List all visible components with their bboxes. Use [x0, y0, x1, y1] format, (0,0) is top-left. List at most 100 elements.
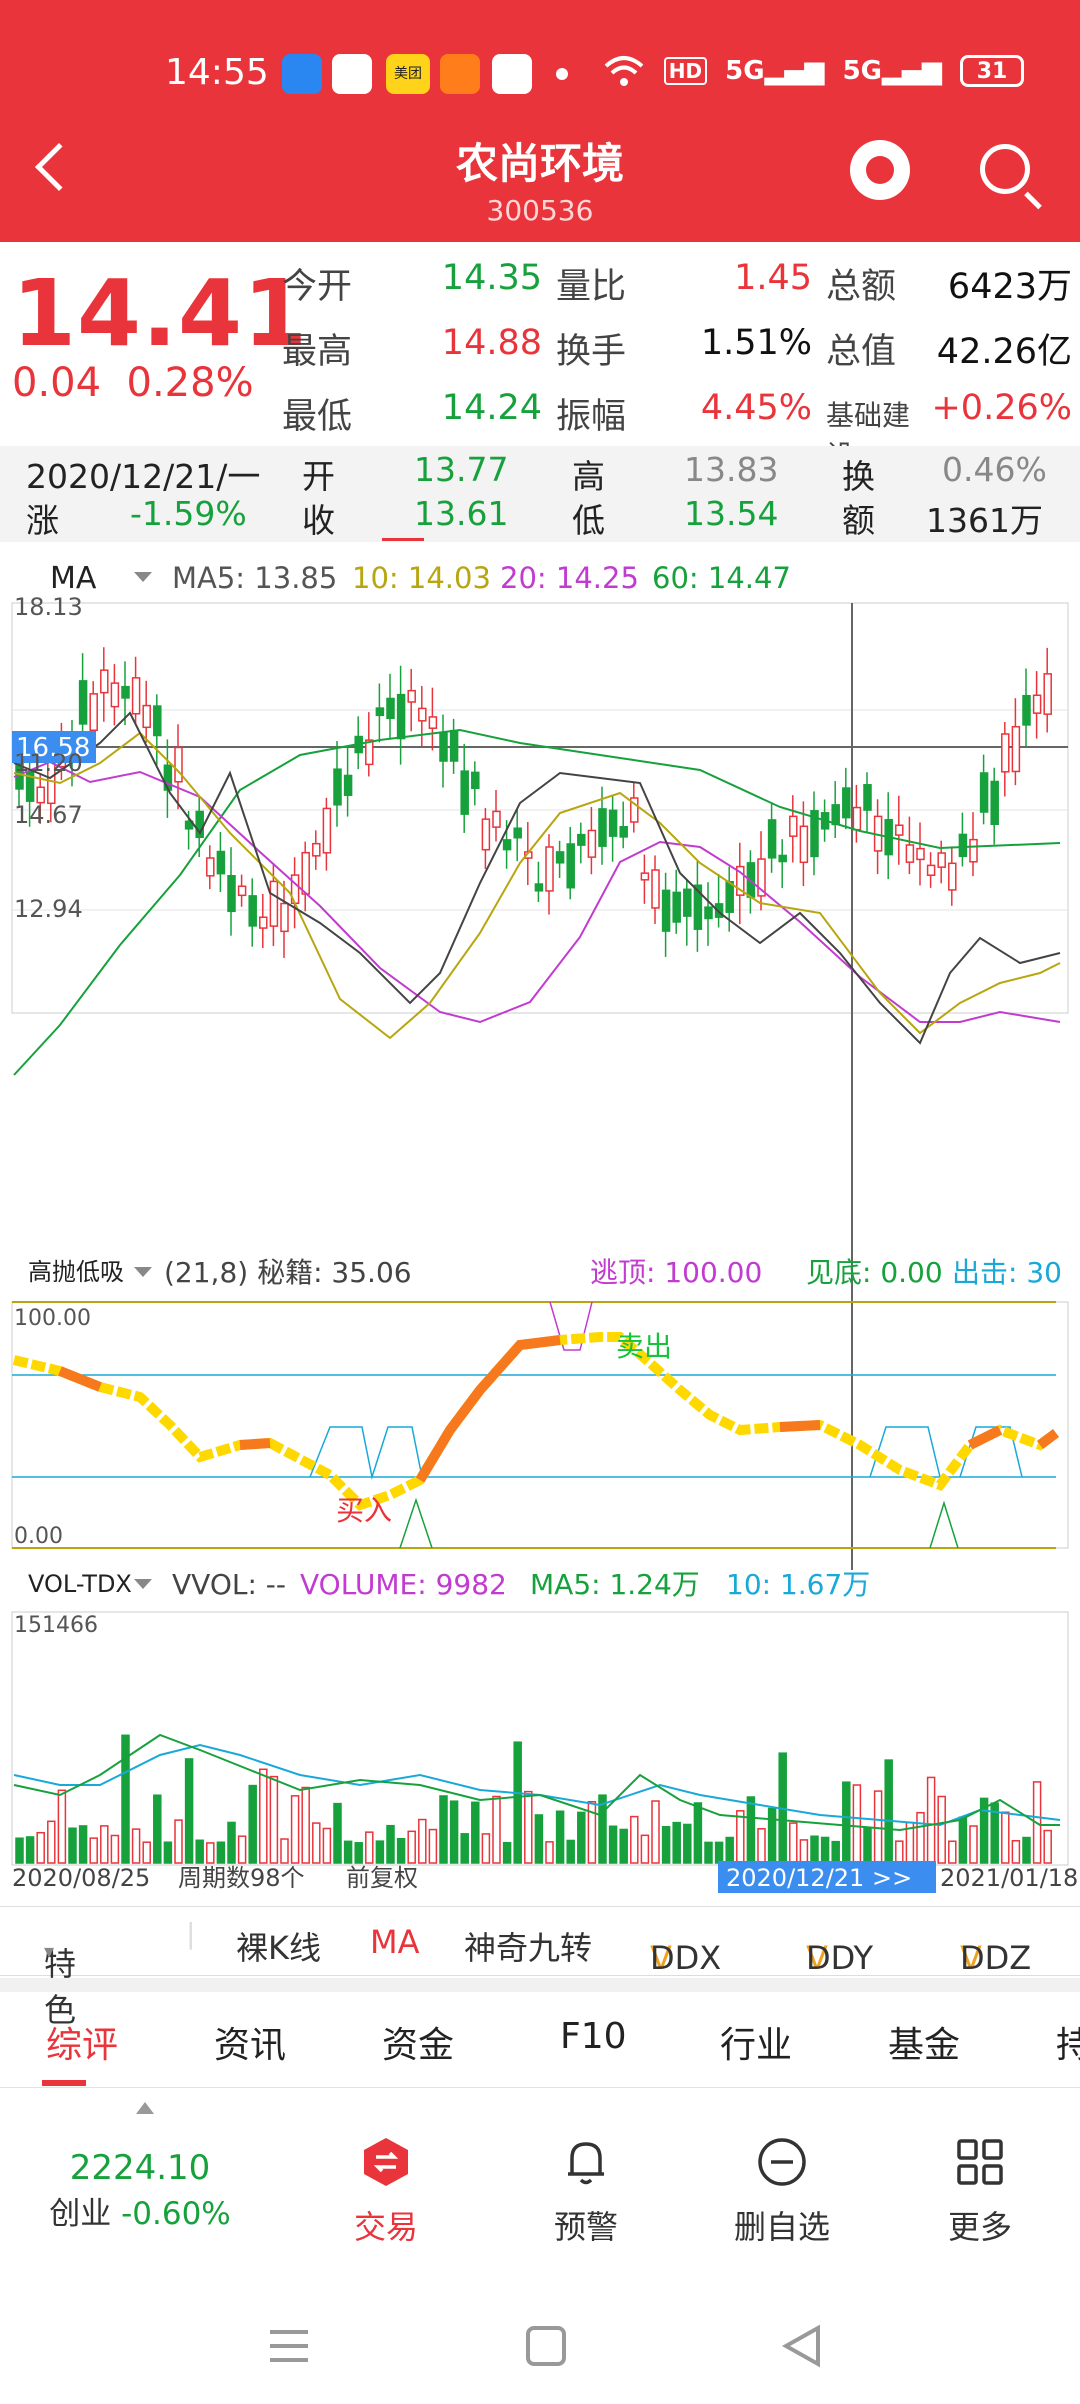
volume-bar	[269, 1775, 279, 1864]
bell-icon	[568, 2142, 604, 2185]
remove-watchlist-button[interactable]: 删自选	[712, 2136, 852, 2248]
tab-industry[interactable]: 行业	[720, 2016, 792, 2068]
vol-ma5-label: MA5: 1.24万	[530, 1568, 700, 1601]
index-pct: -0.60%	[121, 2196, 231, 2232]
candle	[1032, 694, 1042, 714]
indicator-name[interactable]: 高抛低吸	[28, 1258, 124, 1286]
volume-header[interactable]: VOL-TDX VVOL: -- VOLUME: 9982 MA5: 1.24万…	[28, 1568, 870, 1601]
candle	[333, 768, 342, 806]
hist-close-label: 收	[302, 501, 335, 540]
menu-icon[interactable]	[270, 2330, 308, 2362]
time-axis: 2020/08/25 周期数98个 前复权 2020/12/21 >> 2021…	[12, 1861, 1078, 1893]
indicator-header[interactable]: 高抛低吸 (21,8) 秘籍: 35.06 逃顶: 100.00 见底: 0.0…	[28, 1256, 1062, 1289]
candle	[863, 784, 872, 811]
candle	[418, 707, 427, 722]
volume-bar	[78, 1825, 88, 1864]
candle	[110, 682, 120, 708]
value-turnover: 1.51%	[700, 323, 812, 363]
volume-bar	[842, 1781, 851, 1864]
back-nav-icon[interactable]	[781, 2324, 820, 2368]
minus-circle-icon	[758, 2138, 806, 2186]
divider: |	[186, 1917, 196, 1950]
volume-bar	[471, 1801, 480, 1864]
candle	[916, 847, 925, 861]
volume-bar	[831, 1840, 840, 1864]
app-notification-icon	[492, 54, 532, 94]
volume-bar	[640, 1834, 650, 1864]
assistant-robot-icon[interactable]	[850, 140, 910, 200]
candle	[926, 864, 936, 876]
candle	[842, 787, 851, 819]
quote-grid: 今开 14.35 量比 1.45 总额 6423万 最高 14.88 换手 1.…	[282, 258, 1072, 474]
volume-bar	[343, 1840, 353, 1864]
vvol-label: VVOL: --	[172, 1568, 286, 1601]
ma-selector[interactable]: MA	[50, 561, 97, 596]
volume-bar	[693, 1802, 703, 1864]
stock-code: 300536	[486, 194, 594, 227]
volume-bar	[375, 1840, 385, 1864]
volume-bar	[47, 1820, 56, 1864]
buy-signal: 买入	[336, 1494, 392, 1527]
volume-bar	[386, 1824, 395, 1864]
tab-naked-kline[interactable]: 裸K线	[236, 1923, 321, 1969]
tab-news[interactable]: 资讯	[214, 2016, 286, 2068]
volume-bar	[577, 1811, 586, 1864]
volume-bar	[502, 1841, 512, 1864]
volume-bar	[110, 1834, 120, 1864]
tab-magic-nine[interactable]: 神奇九转	[464, 1923, 592, 1969]
candle	[460, 770, 469, 815]
trade-icon	[364, 2138, 408, 2186]
trade-button[interactable]: 交易	[316, 2136, 456, 2248]
volume-bar	[206, 1842, 215, 1864]
volume-bar	[492, 1795, 501, 1864]
tab-funds[interactable]: 资金	[382, 2016, 454, 2068]
candle	[78, 680, 88, 725]
volume-bar	[354, 1842, 363, 1864]
hist-high-label: 高	[572, 457, 605, 496]
price-change: 0.04 0.28%	[12, 360, 254, 406]
sell-signal: 卖出	[616, 1330, 672, 1363]
ma5-label: MA5: 13.85	[172, 561, 337, 595]
bottom-toolbar: 2224.10 创业 -0.60% 交易 预警 删自选 更多	[0, 2092, 1080, 2292]
volume-bar	[736, 1810, 745, 1864]
alert-button[interactable]: 预警	[516, 2136, 656, 2248]
label-amount: 总额	[826, 267, 897, 307]
volume-bar	[227, 1821, 236, 1864]
candle	[121, 685, 130, 699]
tab-ma[interactable]: MA	[370, 1923, 420, 1961]
candle	[131, 677, 141, 715]
volume-bar	[36, 1831, 45, 1864]
volume-bar	[481, 1833, 491, 1864]
volume-bar	[757, 1828, 766, 1864]
tab-holdings[interactable]: 持	[1056, 2016, 1080, 2068]
candle	[216, 850, 226, 875]
tab-fund[interactable]: 基金	[888, 2016, 960, 2068]
index-value: 2224.10	[69, 2148, 211, 2188]
axis-start-date: 2020/08/25	[12, 1864, 150, 1892]
volume-bar	[661, 1826, 671, 1864]
hist-zhang: -1.59%	[130, 494, 247, 533]
indicator-out: 出击: 30	[952, 1256, 1062, 1289]
more-button[interactable]: 更多	[910, 2136, 1050, 2248]
volume-bar	[100, 1825, 109, 1864]
home-icon[interactable]	[526, 2326, 566, 2366]
tab-f10[interactable]: F10	[560, 2016, 627, 2057]
volume-bar	[428, 1828, 438, 1864]
candle	[767, 819, 777, 859]
tab-overview[interactable]: 综评	[46, 2016, 118, 2068]
candle	[895, 824, 904, 836]
signal-icon: 5G▂▄▆	[842, 56, 942, 86]
candle	[248, 895, 257, 927]
candle	[831, 804, 840, 826]
candle	[481, 818, 491, 851]
index-ticker[interactable]: 2224.10 创业 -0.60%	[40, 2148, 240, 2233]
volume-bar	[153, 1794, 162, 1864]
volume-indicator-name[interactable]: VOL-TDX	[28, 1570, 132, 1598]
volume-bar	[142, 1841, 151, 1864]
label-open: 今开	[282, 267, 353, 307]
kline-chart-area[interactable]: MA MA5: 13.85 10: 14.03 20: 14.25 60: 14…	[0, 545, 1080, 1905]
hist-low: 13.54	[684, 494, 779, 533]
period-count: 周期数98个	[178, 1864, 305, 1892]
quote-panel: 14.41 0.04 0.28% 今开 14.35 量比 1.45 总额 642…	[0, 242, 1080, 472]
search-icon[interactable]	[980, 144, 1030, 194]
